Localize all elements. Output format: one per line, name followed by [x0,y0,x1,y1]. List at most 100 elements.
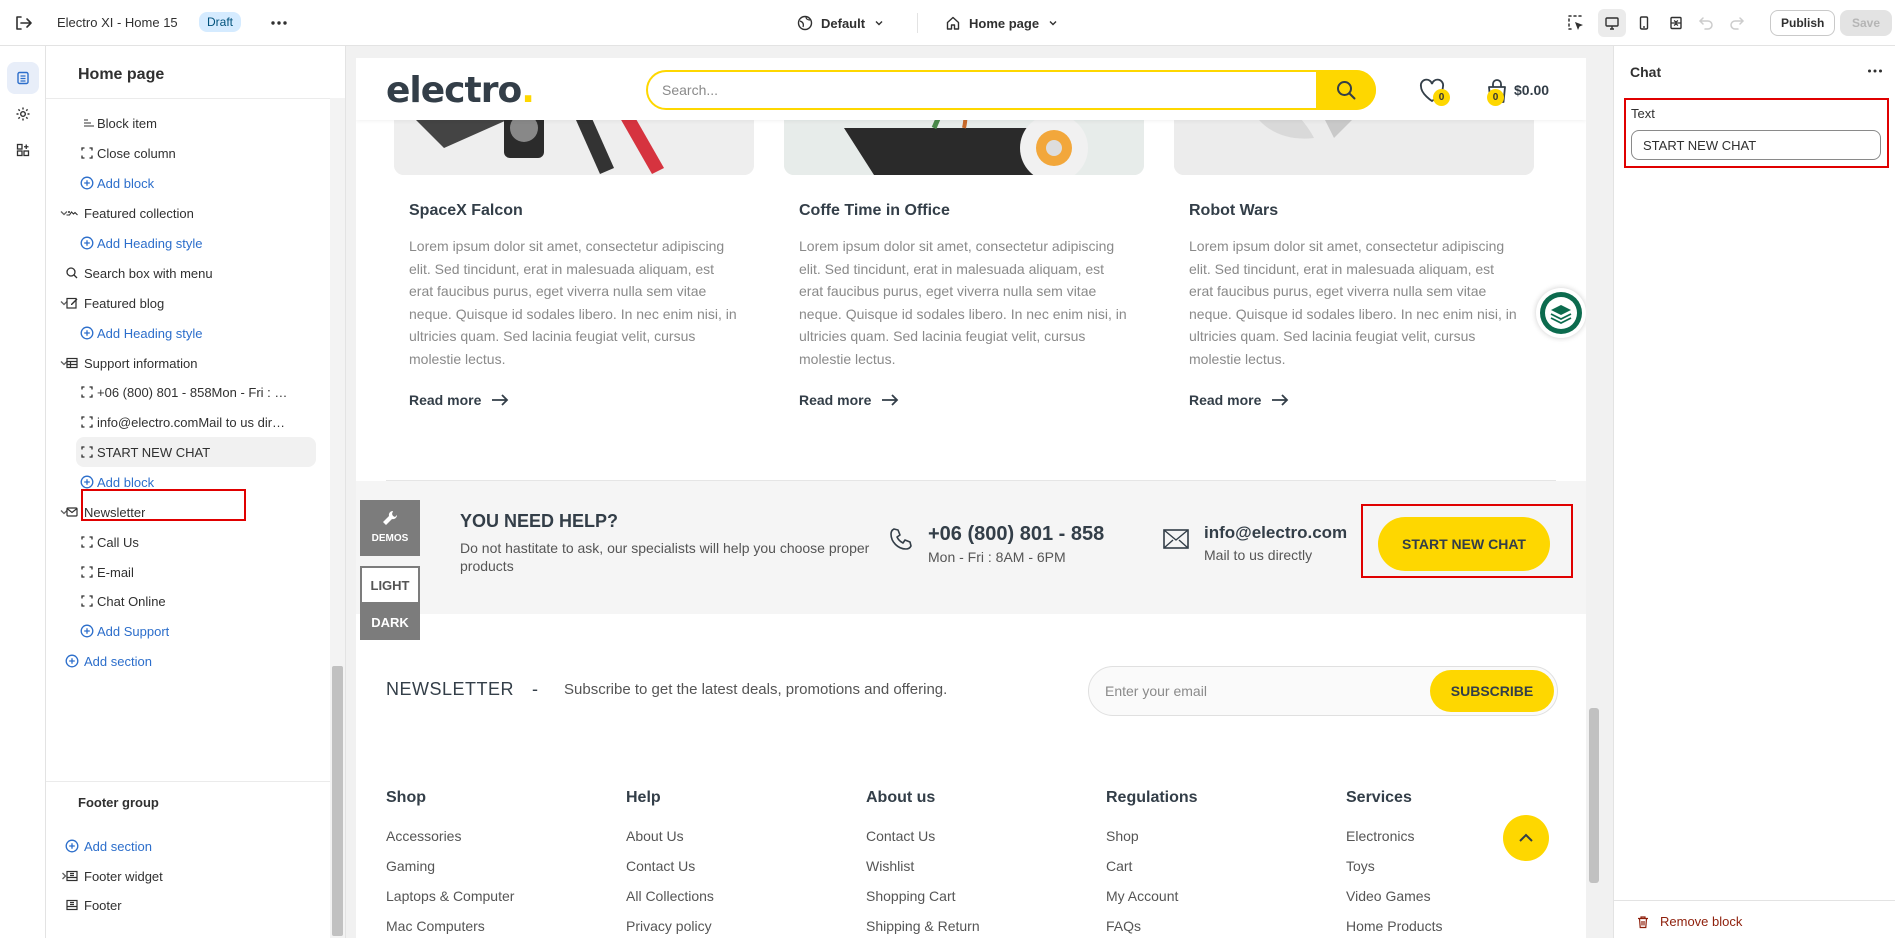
theme-selector[interactable]: Default [797,13,885,33]
cart-button[interactable]: 0 [1482,76,1512,106]
subscribe-button[interactable]: SUBSCRIBE [1430,670,1554,712]
footer-link-mac-computers[interactable]: Mac Computers [386,918,514,938]
footer-link-accessories[interactable]: Accessories [386,828,514,858]
blog-card-title[interactable]: Coffe Time in Office [799,202,950,220]
read-more-link[interactable]: Read more [1189,392,1289,408]
demos-switcher-button[interactable]: DEMOS [360,500,420,556]
more-options-icon[interactable] [1866,62,1884,80]
redo-icon[interactable] [1728,14,1746,32]
tree-item-start-new-chat[interactable]: START NEW CHAT [76,437,316,467]
store-logo[interactable]: electro. [386,70,535,111]
footer-link-toys[interactable]: Toys [1346,858,1442,888]
dark-mode-button[interactable]: DARK [360,604,420,640]
support-hours: Mon - Fri : 8AM - 6PM [928,549,1066,565]
newsletter-email-input[interactable] [1105,681,1405,701]
footer-link-shopping-cart[interactable]: Shopping Cart [866,888,980,918]
remove-block-button[interactable]: Remove block [1636,914,1742,929]
footer-link-video-games[interactable]: Video Games [1346,888,1442,918]
tree-item-label: E-mail [97,564,134,580]
tree-item-e-mail[interactable]: E-mail [46,557,330,587]
exit-icon[interactable] [12,12,34,34]
footer-link-shop[interactable]: Shop [1106,828,1198,858]
read-more-link[interactable]: Read more [799,392,899,408]
store-search-input[interactable] [662,80,1302,100]
apps-rail-button[interactable] [7,134,39,166]
undo-icon[interactable] [1697,14,1715,32]
home-icon [946,16,960,30]
light-mode-button[interactable]: LIGHT [360,566,420,604]
tree-item-featured-collection[interactable]: Featured collection [46,198,330,228]
footer-link-cart[interactable]: Cart [1106,858,1198,888]
footer-link-laptops-computer[interactable]: Laptops & Computer [386,888,514,918]
add-circle-icon [80,236,94,250]
text-field-input[interactable] [1631,130,1881,160]
tree-item-newsletter[interactable]: Newsletter [46,497,330,527]
blog-card-title[interactable]: SpaceX Falcon [409,202,523,220]
footer-link-contact-us[interactable]: Contact Us [626,858,714,888]
tree-item-label: Call Us [97,534,139,550]
fullscreen-view-button[interactable] [1662,9,1690,37]
footer-link-about-us[interactable]: About Us [626,828,714,858]
footer-link-home-products[interactable]: Home Products [1346,918,1442,938]
add-action-add-section[interactable]: Add section [46,831,330,861]
back-to-top-button[interactable] [1503,815,1549,861]
save-button[interactable]: Save [1840,10,1893,36]
footer-link-gaming[interactable]: Gaming [386,858,514,888]
sections-rail-button[interactable] [7,62,39,94]
more-options-icon[interactable] [268,12,290,34]
tree-item-support-information[interactable]: Support information [46,348,330,378]
blog-card-title[interactable]: Robot Wars [1189,202,1278,220]
tree-item-featured-blog[interactable]: Featured blog [46,288,330,318]
add-action-add-block[interactable]: Add block [46,467,330,497]
tree-item-block-item[interactable]: Block item [46,108,330,138]
tree-item-search-box-with-menu[interactable]: Search box with menu [46,258,330,288]
block-icon [80,445,94,459]
preview-scrollbar-thumb[interactable] [1589,708,1599,883]
tree-item-label: Search box with menu [84,265,213,281]
footer-link-privacy-policy[interactable]: Privacy policy [626,918,714,938]
wishlist-button[interactable]: 0 [1417,76,1450,106]
theme-settings-rail-button[interactable] [7,98,39,130]
footer-link-my-account[interactable]: My Account [1106,888,1198,918]
add-action-add-support[interactable]: Add Support [46,616,330,646]
page-selector[interactable]: Home page [945,13,1059,33]
read-more-link[interactable]: Read more [409,392,509,408]
tree-item-label: START NEW CHAT [97,444,211,460]
support-title: YOU NEED HELP? [460,511,619,531]
tree-item-call-us[interactable]: Call Us [46,527,330,557]
store-search-button[interactable] [1316,70,1376,110]
tree-item-label: Add Support [97,623,170,639]
support-phone[interactable]: +06 (800) 801 - 858 [928,523,1104,546]
tree-item-chat-online[interactable]: Chat Online [46,586,330,616]
support-email[interactable]: info@electro.com [1204,523,1347,543]
footer-link-faqs[interactable]: FAQs [1106,918,1198,938]
add-action-add-section[interactable]: Add section [46,646,330,676]
add-action-add-heading-style[interactable]: Add Heading style [46,228,330,258]
add-action-add-block[interactable]: Add block [46,168,330,198]
tree-item-label: Block item [97,115,157,131]
panel-scrollbar-thumb[interactable] [332,666,343,936]
footer-link-shipping-return[interactable]: Shipping & Return [866,918,980,938]
inspector-icon[interactable] [1566,13,1586,33]
search-icon [1337,81,1356,100]
tree-item-06-800-801-858mon-fri-8am-6pm[interactable]: +06 (800) 801 - 858Mon - Fri : 8AM - 6PM [46,377,330,407]
start-new-chat-button[interactable]: START NEW CHAT [1378,517,1550,571]
tree-item-footer[interactable]: Footer [46,890,330,920]
support-information-section[interactable]: YOU NEED HELP? Do not hastitate to ask, … [356,481,1586,614]
tree-item-info-electro-commail-to-us-directly[interactable]: info@electro.comMail to us directly [46,407,330,437]
floating-chat-button[interactable] [1536,288,1586,338]
publish-button[interactable]: Publish [1770,10,1836,36]
tree-item-label: Newsletter [84,504,146,520]
tree-item-footer-widget[interactable]: Footer widget [46,861,330,891]
add-action-add-heading-style[interactable]: Add Heading style [46,318,330,348]
read-more-label: Read more [409,392,482,408]
desktop-view-button[interactable] [1598,9,1626,37]
footer-link-electronics[interactable]: Electronics [1346,828,1442,858]
footer-link-all-collections[interactable]: All Collections [626,888,714,918]
mobile-view-button[interactable] [1630,9,1658,37]
editor-icon-rail [0,46,46,938]
footer-link-contact-us[interactable]: Contact Us [866,828,980,858]
footer-link-wishlist[interactable]: Wishlist [866,858,980,888]
tree-item-close-column[interactable]: Close column [46,138,330,168]
block-item-icon [82,116,96,130]
